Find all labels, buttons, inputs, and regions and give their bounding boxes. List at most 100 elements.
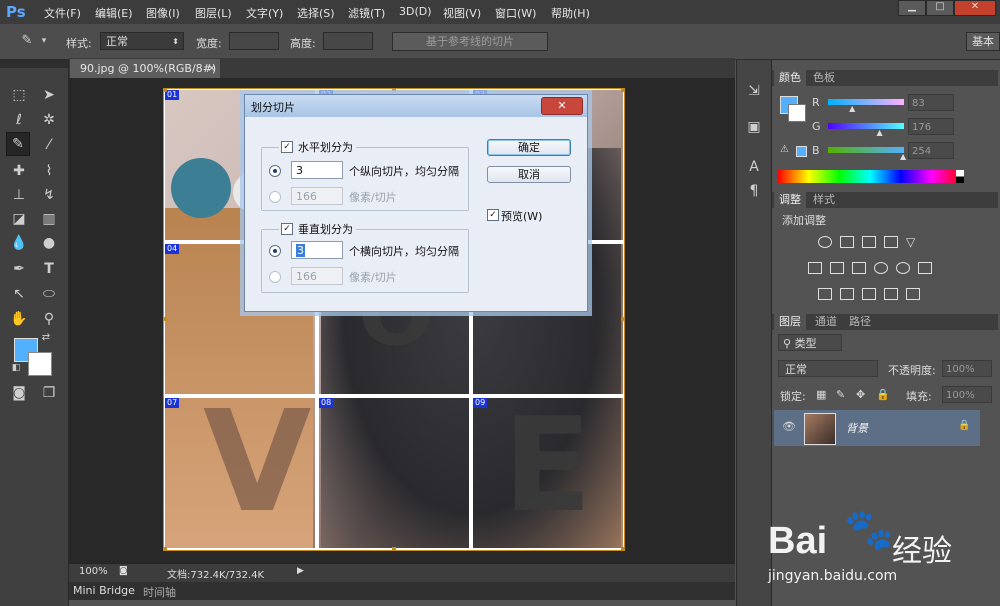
close-button[interactable]: ✕ — [954, 0, 996, 16]
slice-handle[interactable] — [621, 317, 625, 321]
channel-r-value[interactable]: 83 — [908, 94, 954, 111]
marquee-tool-icon[interactable]: ⬚ — [8, 84, 30, 106]
slice-handle[interactable] — [163, 317, 167, 321]
screen-mode-icon[interactable]: ❐ — [38, 382, 60, 404]
dialog-close-button[interactable]: ✕ — [541, 97, 583, 115]
history-brush-tool-icon[interactable]: ↯ — [38, 184, 60, 206]
menu-filter[interactable]: 滤镜(T) — [348, 5, 385, 21]
menu-layer[interactable]: 图层(L) — [195, 5, 232, 21]
vibrance-icon[interactable]: ▽ — [906, 236, 920, 248]
hand-tool-icon[interactable]: ✋ — [8, 308, 30, 330]
blend-mode-select[interactable]: 正常 — [778, 360, 878, 377]
slider-thumb-icon[interactable]: ▲ — [900, 152, 906, 161]
close-tab-icon[interactable]: × — [208, 59, 216, 78]
background-color-swatch[interactable] — [28, 352, 52, 376]
color-lookup-icon[interactable] — [918, 262, 932, 274]
visibility-eye-icon[interactable]: 👁 — [782, 420, 796, 433]
tab-color[interactable]: 颜色 — [774, 70, 806, 86]
slice-tool-active-icon[interactable]: ✎ — [6, 132, 30, 156]
gradient-map-icon[interactable] — [884, 288, 898, 300]
character-panel-icon[interactable]: A — [743, 156, 765, 178]
width-input[interactable] — [229, 32, 279, 50]
lock-pixels-icon[interactable]: ✎ — [836, 388, 845, 401]
channel-g-value[interactable]: 176 — [908, 118, 954, 135]
web-safe-color-swatch[interactable] — [796, 146, 807, 157]
tab-channels[interactable]: 通道 — [810, 314, 842, 330]
color-panel-background-swatch[interactable] — [788, 104, 806, 122]
zoom-tool-icon[interactable]: ⚲ — [38, 308, 60, 330]
slice-handle[interactable] — [163, 547, 167, 551]
opacity-input[interactable]: 100% — [942, 360, 992, 377]
history-panel-icon[interactable]: ⇲ — [743, 80, 765, 102]
status-arrow-icon[interactable]: ▶ — [297, 566, 304, 576]
slice-handle[interactable] — [392, 88, 396, 92]
cancel-button[interactable]: 取消 — [487, 166, 571, 183]
tab-timeline[interactable]: 时间轴 — [143, 584, 176, 600]
color-spectrum-bar[interactable] — [778, 170, 962, 183]
swap-colors-icon[interactable]: ⇄ — [40, 332, 52, 344]
lock-transparent-icon[interactable]: ▦ — [816, 388, 826, 401]
ellipse-tool-icon[interactable]: ⬭ — [38, 283, 60, 305]
h-count-input[interactable]: 3 — [291, 161, 343, 179]
workspace-button[interactable]: 基本 — [966, 32, 1000, 51]
type-tool-icon[interactable]: T — [38, 258, 60, 280]
document-tab[interactable]: 90.jpg @ 100%(RGB/8#) × — [70, 59, 220, 78]
menu-select[interactable]: 选择(S) — [297, 5, 335, 21]
path-selection-tool-icon[interactable]: ↖ — [8, 283, 30, 305]
restore-button[interactable]: □ — [926, 0, 954, 16]
v-pixels-radio[interactable] — [269, 271, 281, 283]
layer-filter-select[interactable]: ⚲ 类型 — [778, 334, 842, 351]
healing-brush-tool-icon[interactable]: ✚ — [8, 160, 30, 182]
menu-help[interactable]: 帮助(H) — [551, 5, 590, 21]
channel-mixer-icon[interactable] — [896, 262, 910, 274]
minimize-button[interactable]: ▁ — [898, 0, 926, 16]
blur-tool-icon[interactable]: 💧 — [8, 232, 30, 254]
slice-handle[interactable] — [621, 88, 625, 92]
selective-color-icon[interactable] — [906, 288, 920, 300]
v-count-radio[interactable] — [269, 245, 281, 257]
brush-tool-icon[interactable]: ⌇ — [38, 160, 60, 182]
menu-3d[interactable]: 3D(D) — [399, 5, 432, 18]
black-white-icon[interactable] — [852, 262, 866, 274]
menu-view[interactable]: 视图(V) — [443, 5, 481, 21]
tool-preset-arrow-icon[interactable]: ▾ — [38, 30, 50, 52]
curves-icon[interactable] — [862, 236, 876, 248]
dodge-tool-icon[interactable]: ● — [38, 232, 60, 254]
tab-swatches[interactable]: 色板 — [808, 70, 840, 86]
tab-paths[interactable]: 路径 — [844, 314, 876, 330]
pen-tool-icon[interactable]: ✒ — [8, 258, 30, 280]
layer-name[interactable]: 背景 — [846, 420, 868, 436]
tab-styles[interactable]: 样式 — [808, 192, 840, 208]
slice-tool-icon[interactable]: ✎ — [16, 30, 38, 52]
height-input[interactable] — [323, 32, 373, 50]
posterize-icon[interactable] — [840, 288, 854, 300]
threshold-icon[interactable] — [862, 288, 876, 300]
slice-handle[interactable] — [163, 88, 167, 92]
lasso-tool-icon[interactable]: ℓ — [8, 109, 30, 131]
fill-input[interactable]: 100% — [942, 386, 992, 403]
slice-handle[interactable] — [392, 547, 396, 551]
quick-mask-icon[interactable]: ◙ — [8, 382, 30, 404]
photo-filter-icon[interactable] — [874, 262, 888, 274]
menu-edit[interactable]: 编辑(E) — [95, 5, 133, 21]
slices-from-guides-button[interactable]: 基于参考线的切片 — [392, 32, 548, 51]
paragraph-panel-icon[interactable]: ¶ — [743, 180, 765, 202]
h-pixels-input[interactable]: 166 — [291, 187, 343, 205]
move-tool-icon[interactable]: ➤ — [38, 84, 60, 106]
hue-saturation-icon[interactable] — [808, 262, 822, 274]
menu-image[interactable]: 图像(I) — [146, 5, 180, 21]
menu-window[interactable]: 窗口(W) — [495, 5, 536, 21]
style-select[interactable]: 正常 ⬍ — [100, 32, 184, 50]
gradient-tool-icon[interactable]: ▥ — [38, 208, 60, 230]
h-pixels-radio[interactable] — [269, 191, 281, 203]
slider-thumb-icon[interactable]: ▲ — [876, 128, 882, 137]
exposure-icon[interactable] — [884, 236, 898, 248]
color-balance-icon[interactable] — [830, 262, 844, 274]
lock-position-icon[interactable]: ✥ — [856, 388, 865, 401]
tab-adjustments[interactable]: 调整 — [774, 192, 806, 208]
slider-thumb-icon[interactable]: ▲ — [849, 104, 855, 113]
eyedropper-tool-icon[interactable]: ⁄ — [38, 134, 60, 156]
v-pixels-input[interactable]: 166 — [291, 267, 343, 285]
properties-panel-icon[interactable]: ▣ — [743, 116, 765, 138]
tab-layers[interactable]: 图层 — [774, 314, 806, 330]
